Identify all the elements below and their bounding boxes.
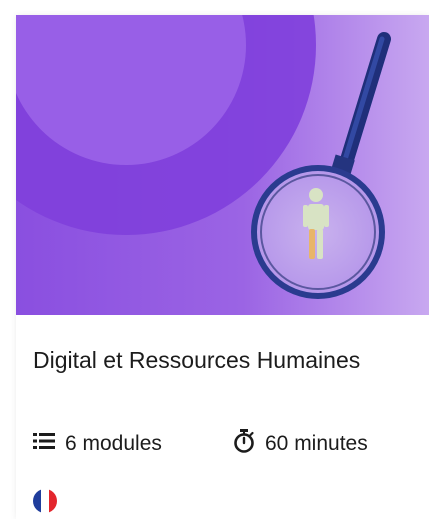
course-meta: 6 modules 60 minutes <box>33 429 423 459</box>
stopwatch-icon <box>233 429 255 459</box>
course-title[interactable]: Digital et Ressources Humaines <box>33 345 413 375</box>
french-flag-icon <box>33 489 57 513</box>
modules-label: 6 modules <box>65 432 162 455</box>
list-icon <box>33 431 55 457</box>
duration-label: 60 minutes <box>265 432 368 455</box>
course-duration: 60 minutes <box>233 429 368 459</box>
magnifying-glass-illustration <box>16 15 429 315</box>
modules-count: 6 modules <box>33 430 162 458</box>
course-card[interactable]: Digital et Ressources Humaines 6 modules <box>16 15 429 519</box>
course-hero-image[interactable] <box>16 15 429 315</box>
